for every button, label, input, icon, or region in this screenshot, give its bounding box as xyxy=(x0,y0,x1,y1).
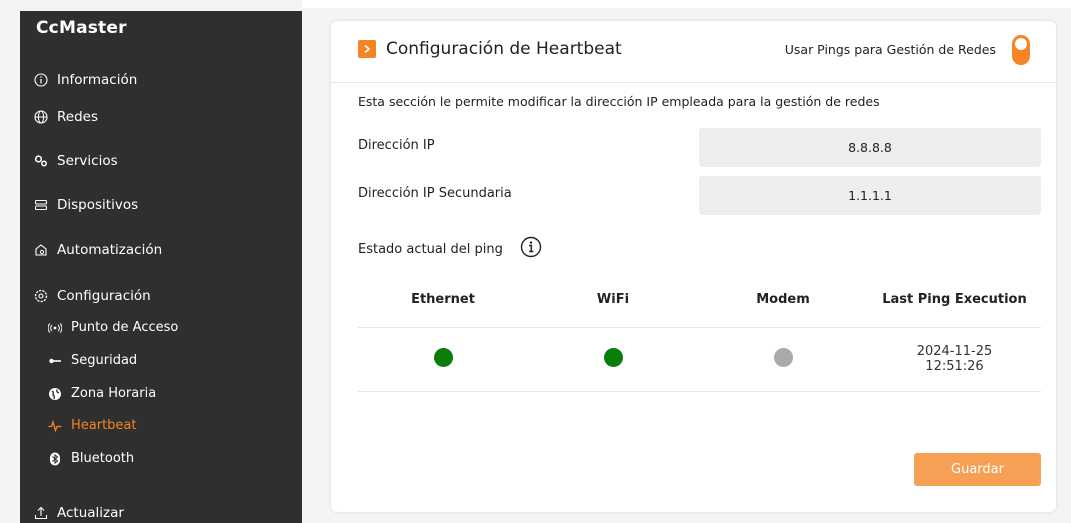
col-header-ethernet: Ethernet xyxy=(358,273,528,328)
ping-status-table: Ethernet WiFi Modem Last Ping Execution … xyxy=(358,273,1041,392)
ethernet-cell xyxy=(358,327,528,392)
sidebar-subitem-label: Punto de Acceso xyxy=(71,320,179,335)
sidebar-item-label: Automatización xyxy=(57,242,163,258)
last-ping-time: 12:51:26 xyxy=(925,359,984,374)
sidebar-item-informacion[interactable]: Información xyxy=(34,72,137,88)
sidebar: CcMaster Información Redes Servicios Dis… xyxy=(20,11,302,523)
sidebar-item-configuracion[interactable]: Configuración xyxy=(34,288,151,304)
sidebar-item-label: Información xyxy=(57,72,138,88)
info-icon[interactable] xyxy=(520,236,542,258)
ping-switch-label: Usar Pings para Gestión de Redes xyxy=(784,42,996,57)
col-header-wifi: WiFi xyxy=(528,273,698,328)
last-ping-cell: 2024-11-25 12:51:26 xyxy=(868,327,1041,392)
sidebar-item-label: Actualizar xyxy=(57,505,124,521)
sidebar-item-label: Configuración xyxy=(57,288,151,304)
sidebar-item-label: Servicios xyxy=(57,153,118,169)
wifi-status-dot xyxy=(603,347,623,367)
last-ping-date: 2024-11-25 xyxy=(916,344,993,359)
sidebar-subitem-label: Seguridad xyxy=(71,353,138,368)
ip-input[interactable] xyxy=(699,128,1041,167)
chevron-right-icon xyxy=(358,40,376,58)
sidebar-item-servicios[interactable]: Servicios xyxy=(34,153,118,169)
modem-cell xyxy=(698,327,868,392)
wifi-cell xyxy=(528,327,698,392)
modem-status-dot xyxy=(773,347,793,367)
sidebar-item-automatizacion[interactable]: Automatización xyxy=(34,242,162,258)
ip2-input[interactable] xyxy=(699,176,1041,215)
section-description: Esta sección le permite modificar la dir… xyxy=(358,94,880,109)
table-header-row: Ethernet WiFi Modem Last Ping Execution xyxy=(358,273,1041,328)
key-icon xyxy=(48,354,62,368)
sidebar-subitem-heartbeat[interactable]: Heartbeat xyxy=(48,418,137,433)
upload-icon xyxy=(34,506,48,520)
heartbeat-icon xyxy=(48,419,62,433)
automation-icon xyxy=(34,243,48,257)
globe-icon xyxy=(34,110,48,124)
devices-icon xyxy=(34,198,48,212)
card-header: Configuración de Heartbeat Usar Pings pa… xyxy=(331,21,1056,83)
sidebar-item-redes[interactable]: Redes xyxy=(34,109,98,125)
ethernet-status-dot xyxy=(433,347,453,367)
sidebar-subitem-seguridad[interactable]: Seguridad xyxy=(48,353,137,368)
sidebar-subitem-label: Zona Horaria xyxy=(71,386,157,401)
info-icon xyxy=(34,73,48,87)
sidebar-item-actualizar[interactable]: Actualizar xyxy=(34,505,124,521)
sidebar-item-label: Redes xyxy=(57,109,98,125)
brand-title: CcMaster xyxy=(36,18,127,38)
sidebar-subitem-bluetooth[interactable]: Bluetooth xyxy=(48,451,134,466)
page-title: Configuración de Heartbeat xyxy=(386,39,622,59)
ip-label: Dirección IP xyxy=(358,138,435,153)
col-header-last-ping: Last Ping Execution xyxy=(868,273,1041,328)
table-row: 2024-11-25 12:51:26 xyxy=(358,327,1041,392)
ip2-label: Dirección IP Secundaria xyxy=(358,186,512,201)
ping-toggle-switch[interactable] xyxy=(1012,35,1030,65)
ping-status-label: Estado actual del ping xyxy=(358,242,503,257)
toggle-knob xyxy=(1015,38,1027,50)
sidebar-subitem-punto-de-acceso[interactable]: Punto de Acceso xyxy=(48,320,178,335)
sidebar-subitem-label: Heartbeat xyxy=(71,418,137,433)
sidebar-item-dispositivos[interactable]: Dispositivos xyxy=(34,197,138,213)
top-strip xyxy=(302,0,1071,8)
broadcast-icon xyxy=(48,321,62,335)
sidebar-subitem-zona-horaria[interactable]: Zona Horaria xyxy=(48,386,156,401)
heartbeat-card: Configuración de Heartbeat Usar Pings pa… xyxy=(331,21,1056,512)
bluetooth-icon xyxy=(48,452,62,466)
save-button[interactable]: Guardar xyxy=(914,453,1041,486)
col-header-modem: Modem xyxy=(698,273,868,328)
gear-icon xyxy=(34,289,48,303)
world-icon xyxy=(48,387,62,401)
gears-icon xyxy=(34,154,48,168)
sidebar-item-label: Dispositivos xyxy=(57,197,139,213)
sidebar-subitem-label: Bluetooth xyxy=(71,451,135,466)
